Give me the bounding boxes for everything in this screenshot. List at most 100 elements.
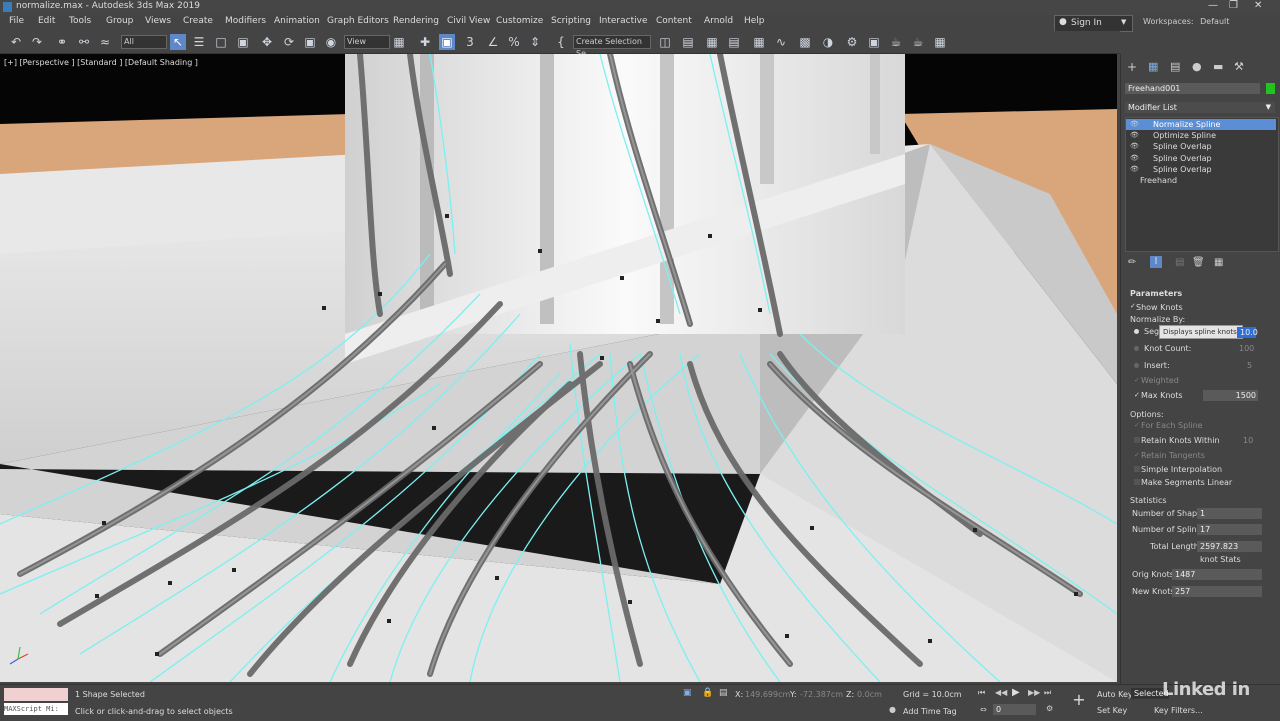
stack-item-freehand[interactable]: Freehand	[1126, 175, 1276, 186]
selection-set-dropdown[interactable]: Create Selection Se	[573, 35, 651, 58]
ribbon-icon[interactable]: ▦	[751, 34, 767, 50]
make-unique-icon[interactable]: ▤	[1175, 257, 1184, 268]
menu-interactive[interactable]: Interactive	[599, 16, 647, 26]
grid-icon[interactable]: ▦	[932, 34, 948, 50]
menu-file[interactable]: File	[9, 16, 24, 26]
modify-tab-icon[interactable]: ▦	[1148, 60, 1158, 73]
crosshair-icon[interactable]: ✚	[417, 34, 433, 50]
menu-help[interactable]: Help	[744, 16, 765, 26]
stack-item-spline-overlap[interactable]: 👁 Spline Overlap	[1126, 164, 1276, 175]
close-button[interactable]: ✕	[1254, 0, 1262, 11]
menu-tools[interactable]: Tools	[69, 16, 91, 26]
viewport-label[interactable]: [+] [Perspective ] [Standard ] [Default …	[4, 58, 198, 67]
x-coordinate[interactable]: 149.699cm	[745, 690, 790, 699]
knot-count-value[interactable]: 100	[1239, 344, 1254, 353]
menu-modifiers[interactable]: Modifiers	[225, 16, 266, 26]
retain-knots-value[interactable]: 10	[1243, 436, 1253, 445]
redo-icon[interactable]: ↷	[29, 34, 45, 50]
schematic-icon[interactable]: ▩	[797, 34, 813, 50]
select-rotate-icon[interactable]: ⟳	[281, 34, 297, 50]
utilities-tab-icon[interactable]: ⚒	[1234, 60, 1244, 73]
stack-item-spline-overlap[interactable]: 👁 Spline Overlap	[1126, 153, 1276, 164]
maximize-button[interactable]: ❐	[1229, 0, 1238, 11]
snaps-3d-icon[interactable]: 3	[462, 34, 478, 50]
curve-editor-icon[interactable]: ∿	[773, 34, 789, 50]
menu-animation[interactable]: Animation	[274, 16, 320, 26]
select-move-icon[interactable]: ✥	[259, 34, 275, 50]
max-knots-field[interactable]: 1500	[1203, 390, 1258, 401]
workspaces-selector[interactable]: Workspaces: Default	[1143, 17, 1229, 26]
menu-content[interactable]: Content	[656, 16, 692, 26]
insert-value[interactable]: 5	[1247, 361, 1252, 370]
isolate-selection-icon[interactable]: ▣	[683, 688, 692, 698]
unlink-icon[interactable]: ⚯	[76, 34, 92, 50]
retain-knots-checkbox[interactable]	[1134, 437, 1140, 443]
display-tab-icon[interactable]: ▬	[1213, 60, 1223, 73]
knot-count-radio[interactable]	[1134, 346, 1139, 351]
object-color-swatch[interactable]	[1266, 83, 1275, 94]
keyboard-shortcut-icon[interactable]: ▣	[439, 34, 455, 50]
goto-end-icon[interactable]: ⏭	[1044, 688, 1051, 698]
retain-tangents-checkbox[interactable]: ✓	[1134, 452, 1140, 459]
menu-views[interactable]: Views	[145, 16, 171, 26]
y-coordinate[interactable]: -72.387cm	[800, 690, 843, 699]
menu-civil-view[interactable]: Civil View	[447, 16, 490, 26]
arnold-icon[interactable]: ☕	[910, 34, 926, 50]
create-tab-icon[interactable]: +	[1127, 60, 1137, 74]
make-segments-linear-checkbox[interactable]	[1134, 479, 1140, 485]
for-each-spline-checkbox[interactable]: ✓	[1134, 422, 1140, 429]
menu-create[interactable]: Create	[183, 16, 213, 26]
select-scale-icon[interactable]: ▣	[302, 34, 318, 50]
object-name-field[interactable]: Freehand001	[1125, 83, 1260, 94]
segment-value-field[interactable]: 10.0	[1237, 327, 1258, 338]
max-knots-checkbox[interactable]: ✓	[1134, 392, 1140, 399]
parameters-header[interactable]: Parameters	[1130, 289, 1182, 298]
add-time-tag[interactable]: Add Time Tag	[903, 707, 957, 716]
perspective-viewport[interactable]	[0, 54, 1117, 682]
percent-snap-icon[interactable]: %	[506, 34, 522, 50]
menu-group[interactable]: Group	[106, 16, 133, 26]
goto-start-icon[interactable]: ⏮	[978, 688, 985, 698]
window-crossing-icon[interactable]: ▣	[235, 34, 251, 50]
previous-frame-icon[interactable]: ◀◀	[995, 688, 1007, 697]
next-frame-icon[interactable]: ▶▶	[1028, 688, 1040, 697]
show-end-result-icon[interactable]: I	[1150, 256, 1162, 268]
place-icon[interactable]: ◉	[323, 34, 339, 50]
play-icon[interactable]: ▶	[1012, 687, 1020, 698]
reference-coord-dropdown[interactable]: View	[344, 35, 390, 49]
menu-scripting[interactable]: Scripting	[551, 16, 591, 26]
simple-interpolation-checkbox[interactable]	[1134, 466, 1140, 472]
menu-graph-editors[interactable]: Graph Editors	[327, 16, 389, 26]
z-coordinate[interactable]: 0.0cm	[857, 690, 882, 699]
stack-item-spline-overlap[interactable]: 👁 Spline Overlap	[1126, 141, 1276, 152]
set-key-big-icon[interactable]: +	[1069, 690, 1089, 710]
current-frame-field[interactable]: 0	[993, 704, 1036, 715]
remove-modifier-icon[interactable]: 🗑	[1192, 257, 1205, 268]
pivot-icon[interactable]: ▦	[391, 34, 407, 50]
maxscript-listener-input[interactable]	[4, 688, 68, 701]
segment-radio[interactable]	[1134, 329, 1139, 334]
select-object-icon[interactable]: ↖	[170, 34, 186, 50]
set-key-button[interactable]: Set Key	[1097, 706, 1127, 715]
select-by-name-icon[interactable]: ☰	[191, 34, 207, 50]
eye-icon[interactable]: 👁	[1130, 130, 1139, 141]
align-icon[interactable]: ▤	[680, 34, 696, 50]
pin-stack-icon[interactable]: ✏	[1128, 257, 1136, 268]
auto-key-button[interactable]: Auto Key	[1097, 690, 1133, 699]
stack-item-normalize-spline[interactable]: 👁 Normalize Spline	[1126, 119, 1276, 130]
link-icon[interactable]: ⚭	[54, 34, 70, 50]
scene-explorer-icon[interactable]: ▦	[704, 34, 720, 50]
key-mode-icon[interactable]: ⇔	[980, 705, 987, 714]
render-icon[interactable]: ☕	[888, 34, 904, 50]
selection-filter-dropdown[interactable]: All	[121, 35, 167, 49]
maxscript-mini-listener[interactable]: MAXScript Mi:	[4, 703, 68, 715]
eye-icon[interactable]: 👁	[1130, 153, 1139, 164]
menu-arnold[interactable]: Arnold	[704, 16, 733, 26]
rect-region-icon[interactable]: □	[213, 34, 229, 50]
mirror-icon[interactable]: ◫	[657, 34, 673, 50]
lock-icon[interactable]: 🔒	[702, 688, 713, 698]
eye-icon[interactable]: 👁	[1130, 141, 1139, 152]
menu-customize[interactable]: Customize	[496, 16, 543, 26]
motion-tab-icon[interactable]: ●	[1192, 60, 1202, 73]
angle-snap-icon[interactable]: ∠	[485, 34, 501, 50]
